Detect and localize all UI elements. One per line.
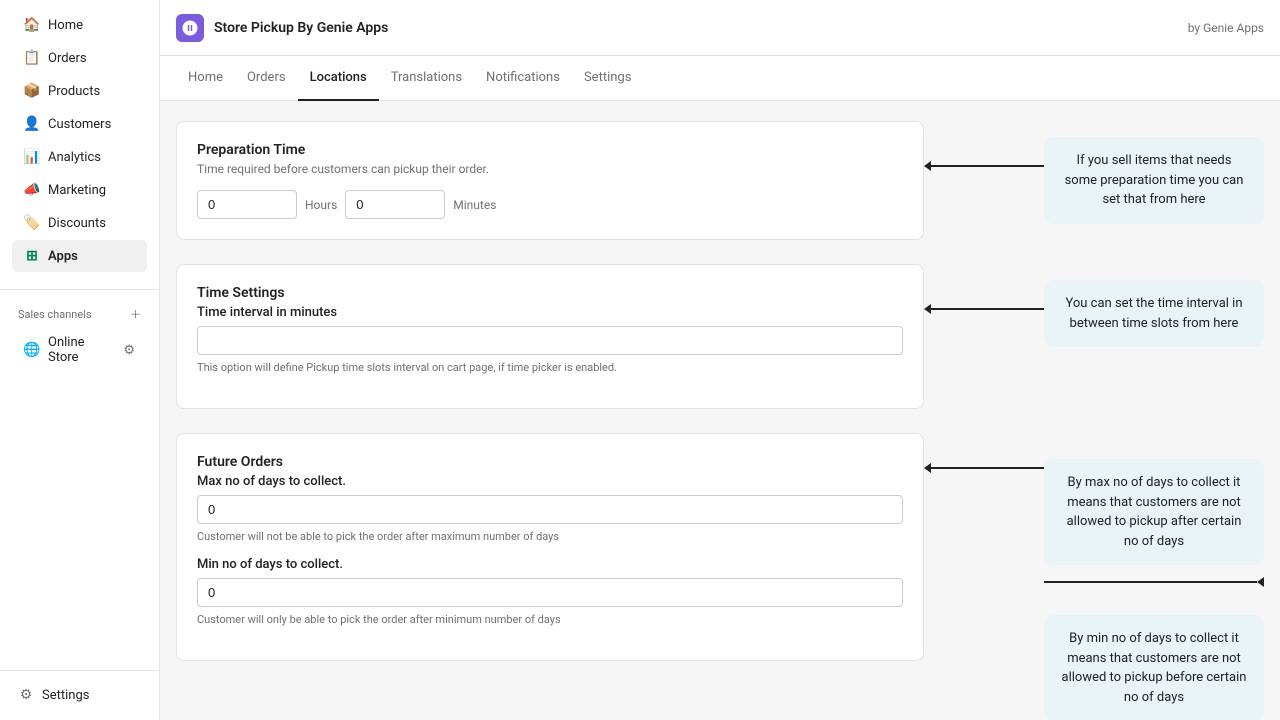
analytics-icon: 📊 [24,149,40,165]
app-title: Store Pickup By Genie Apps [214,20,388,36]
discounts-icon: 🏷️ [24,215,40,231]
arrow-line-min [1044,581,1257,583]
online-store-icon: 🌐 [24,342,40,358]
future-orders-tooltips: By max no of days to collect it means th… [1044,443,1264,720]
future-orders-arrow [924,463,1044,473]
max-days-label: Max no of days to collect. [197,474,903,489]
time-interval-input[interactable] [197,326,903,355]
arrow-line-future [931,467,1044,469]
time-settings-card: Time Settings Time interval in minutes T… [176,264,924,409]
hours-input[interactable] [197,190,297,219]
preparation-time-subtitle: Time required before customers can picku… [197,162,903,176]
preparation-arrow [924,161,1044,171]
sidebar-item-online-store[interactable]: 🌐 Online Store ⚙ [12,327,147,373]
app-icon [176,14,204,42]
sidebar-item-discounts[interactable]: 🏷️ Discounts [12,207,147,239]
arrow-head-prep [924,161,931,171]
sidebar-item-customers[interactable]: 👤 Customers [12,108,147,140]
tabs-nav: Home Orders Locations Translations Notif… [160,56,1280,101]
future-orders-card: Future Orders Max no of days to collect.… [176,433,924,661]
minutes-label: Minutes [453,198,496,212]
preparation-tooltip: If you sell items that needs some prepar… [1044,137,1264,224]
max-days-tooltip: By max no of days to collect it means th… [1044,459,1264,565]
min-days-input[interactable] [197,578,903,607]
time-settings-arrow [924,304,1044,314]
preparation-time-card: Preparation Time Time required before cu… [176,121,924,240]
arrow-line-time [931,308,1044,310]
arrow-head-time [924,304,931,314]
app-icon-svg [181,19,199,37]
tab-locations[interactable]: Locations [298,56,379,101]
min-days-arrow-row [1044,577,1264,587]
topbar: Store Pickup By Genie Apps by Genie Apps [160,0,1280,56]
main-area: Store Pickup By Genie Apps by Genie Apps… [160,0,1280,720]
time-interval-hint: This option will define Pickup time slot… [197,361,903,374]
sidebar-item-orders[interactable]: 📋 Orders [12,42,147,74]
sidebar-item-analytics[interactable]: 📊 Analytics [12,141,147,173]
arrow-head-future [924,463,931,473]
sidebar-item-marketing[interactable]: 📣 Marketing [12,174,147,206]
app-title-area: Store Pickup By Genie Apps [176,14,388,42]
sidebar-bottom-divider [0,670,159,671]
page-content: Preparation Time Time required before cu… [160,101,1280,720]
tab-notifications[interactable]: Notifications [474,56,572,101]
preparation-time-inputs: Hours Minutes [197,190,903,219]
future-orders-title: Future Orders [197,454,903,470]
future-orders-section: Future Orders Max no of days to collect.… [176,433,1264,720]
tab-settings[interactable]: Settings [572,56,643,101]
max-days-input[interactable] [197,495,903,524]
time-settings-title: Time Settings [197,285,903,301]
preparation-time-title: Preparation Time [197,142,903,158]
home-icon: 🏠 [24,17,40,33]
sidebar: 🏠 Home 📋 Orders 📦 Products 👤 Customers 📊… [0,0,160,720]
sidebar-item-home[interactable]: 🏠 Home [12,9,147,41]
min-days-block: Min no of days to collect. Customer will… [197,557,903,626]
time-settings-section: Time Settings Time interval in minutes T… [176,264,1264,409]
add-sales-channel-icon[interactable]: ＋ [130,306,141,322]
app-byline: by Genie Apps [1188,21,1264,35]
apps-icon: ⊞ [24,248,40,264]
time-settings-tooltip: You can set the time interval in between… [1044,280,1264,347]
min-days-hint: Customer will only be able to pick the o… [197,613,903,626]
tab-orders[interactable]: Orders [235,56,298,101]
tab-home[interactable]: Home [176,56,235,101]
settings-icon: ⚙ [18,687,34,703]
arrow-head-min [1257,577,1264,587]
max-days-hint: Customer will not be able to pick the or… [197,530,903,543]
min-days-tooltip: By min no of days to collect it means th… [1044,615,1264,720]
sales-channels-section: Sales channels ＋ [0,298,159,326]
online-store-settings-icon[interactable]: ⚙ [123,343,135,358]
sidebar-item-products[interactable]: 📦 Products [12,75,147,107]
marketing-icon: 📣 [24,182,40,198]
minutes-input[interactable] [345,190,445,219]
orders-icon: 📋 [24,50,40,66]
sidebar-item-apps[interactable]: ⊞ Apps [12,240,147,272]
arrow-line-prep [931,165,1044,167]
sidebar-bottom: ⚙ Settings [0,662,159,720]
sidebar-item-settings[interactable]: ⚙ Settings [6,679,153,711]
max-days-block: Max no of days to collect. Customer will… [197,474,903,543]
time-interval-label: Time interval in minutes [197,305,903,320]
preparation-time-section: Preparation Time Time required before cu… [176,121,1264,240]
hours-label: Hours [305,198,337,212]
tab-translations[interactable]: Translations [379,56,474,101]
time-interval-block: Time interval in minutes This option wil… [197,305,903,374]
min-days-label: Min no of days to collect. [197,557,903,572]
sidebar-divider [0,289,159,290]
products-icon: 📦 [24,83,40,99]
customers-icon: 👤 [24,116,40,132]
